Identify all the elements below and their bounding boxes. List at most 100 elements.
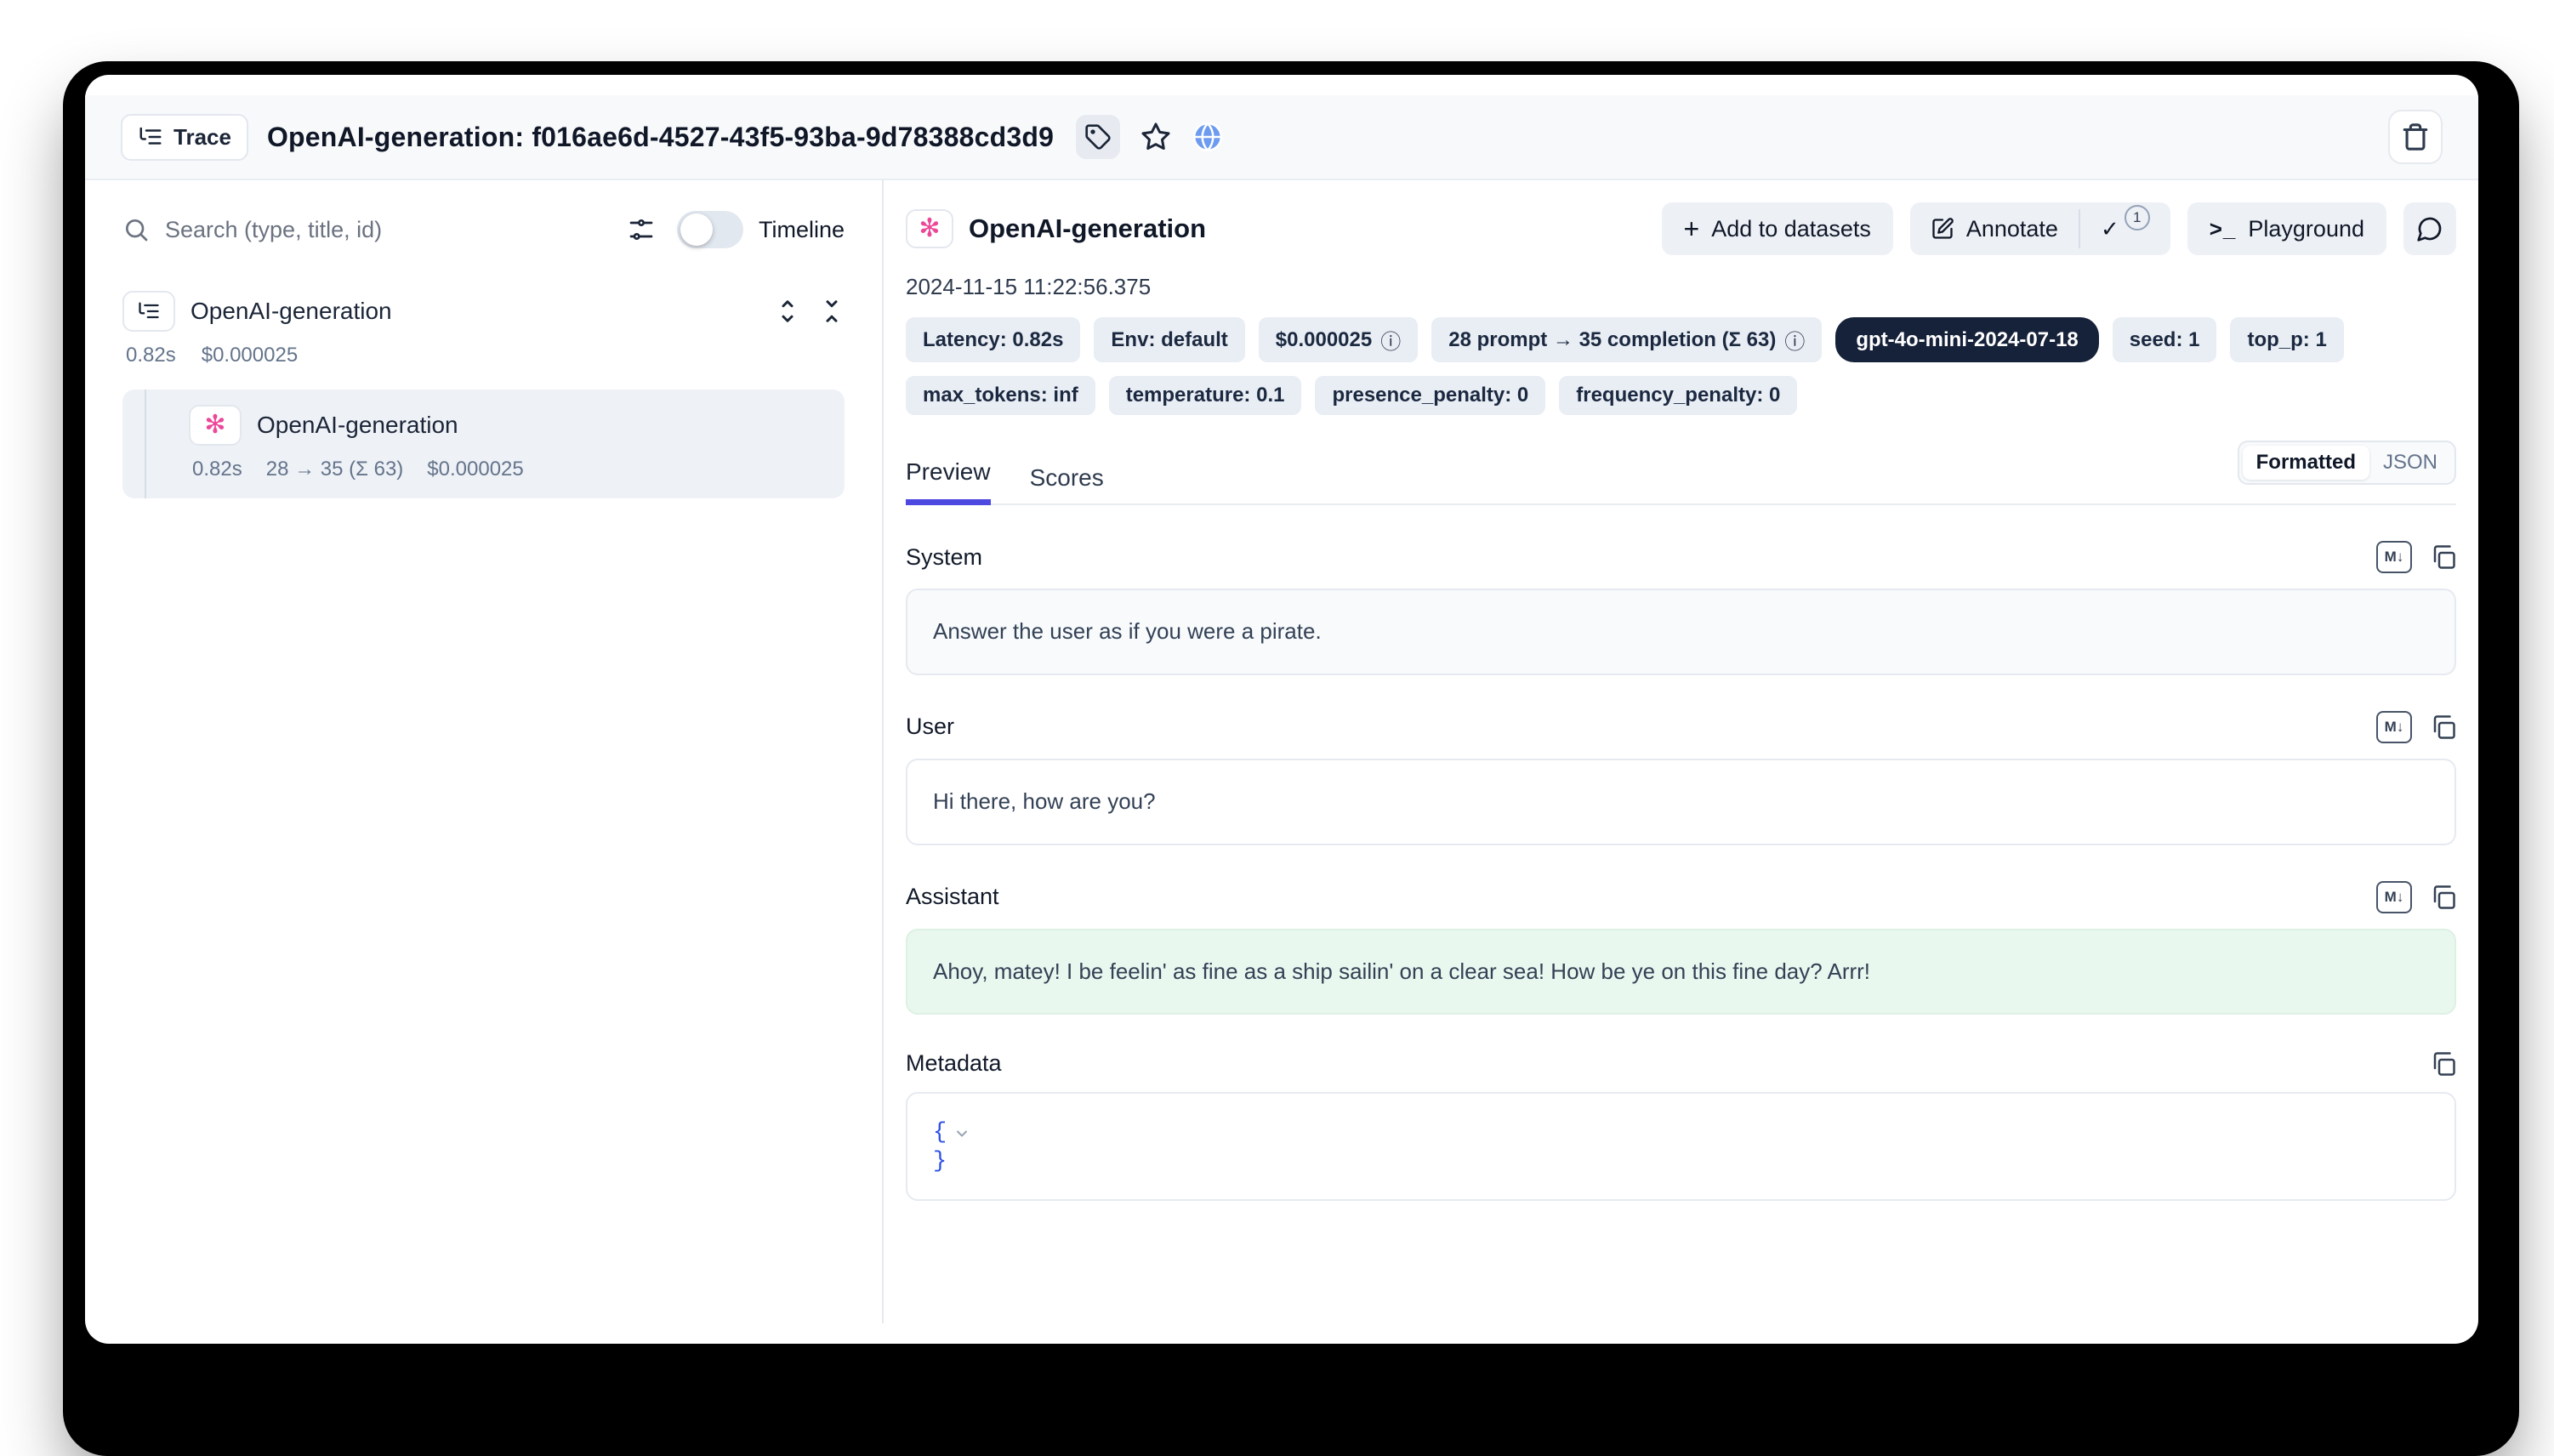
markdown-toggle-icon[interactable]: M↓ [2376, 711, 2412, 743]
copy-button[interactable] [2431, 1051, 2456, 1077]
comment-bubble-icon [2416, 215, 2443, 242]
add-to-datasets-button[interactable]: + Add to datasets [1662, 202, 1893, 255]
json-open-brace: { [933, 1119, 947, 1148]
env-badge: Env: default [1094, 317, 1244, 362]
edit-pencil-icon [1931, 217, 1954, 241]
timeline-label: Timeline [759, 217, 845, 243]
chevron-down-icon [953, 1125, 970, 1142]
playground-label: Playground [2248, 216, 2364, 242]
cost-badge[interactable]: $0.000025ⓘ [1259, 317, 1418, 362]
tag-icon [1084, 123, 1112, 151]
section-label: System [906, 544, 982, 571]
trace-header: Trace OpenAI-generation: f016ae6d-4527-4… [85, 95, 2478, 180]
section-label: Assistant [906, 884, 999, 910]
observation-header: ✻ OpenAI-generation + Add to datasets An… [906, 202, 2456, 255]
tree-child-item-selected[interactable]: ✻ OpenAI-generation 0.82s 28 → 35 (Σ 63)… [122, 390, 845, 498]
search-icon [122, 216, 150, 243]
sliders-icon [628, 216, 655, 243]
annotate-button[interactable]: Annotate [1910, 202, 2079, 255]
trace-badge-label: Trace [173, 124, 231, 151]
action-buttons: + Add to datasets Annotate ✓ 1 [1662, 202, 2456, 255]
observation-title: OpenAI-generation [969, 213, 1206, 244]
assistant-section: Assistant M↓ Ahoy, matey! I be feelin' a… [906, 881, 2456, 1015]
tab-scores[interactable]: Scores [1030, 464, 1104, 505]
star-icon [1140, 122, 1171, 152]
top-p-badge: top_p: 1 [2230, 317, 2343, 362]
collapse-all-button[interactable] [819, 299, 845, 324]
terminal-icon: >_ [2210, 216, 2237, 242]
page-title: OpenAI-generation: f016ae6d-4527-43f5-93… [267, 122, 1054, 153]
delete-trace-button[interactable] [2388, 110, 2443, 164]
trash-icon [2401, 122, 2430, 151]
add-to-datasets-label: Add to datasets [1711, 216, 1871, 242]
copy-button[interactable] [2431, 544, 2456, 570]
timeline-toggle[interactable] [677, 211, 743, 248]
markdown-toggle-icon[interactable]: M↓ [2376, 541, 2412, 573]
list-tree-icon [137, 299, 161, 323]
annotate-split-button: Annotate ✓ 1 [1910, 202, 2170, 255]
max-tokens-badge: max_tokens: inf [906, 376, 1095, 415]
user-section: User M↓ Hi there, how are you? [906, 711, 2456, 845]
search-input[interactable] [165, 217, 531, 243]
section-label: User [906, 714, 954, 740]
tree-root-metrics: 0.82s $0.000025 [126, 344, 845, 367]
metadata-section: Metadata { } [906, 1050, 2456, 1201]
json-option[interactable]: JSON [2369, 446, 2451, 480]
markdown-toggle-icon[interactable]: M↓ [2376, 881, 2412, 913]
comments-button[interactable] [2403, 202, 2456, 255]
view-settings-button[interactable] [628, 216, 655, 243]
bookmark-star-button[interactable] [1140, 122, 1171, 152]
trace-node-badge [122, 291, 175, 332]
check-icon: ✓ [2101, 216, 2119, 242]
info-icon: ⓘ [1380, 325, 1401, 355]
copy-button[interactable] [2431, 714, 2456, 740]
tab-preview[interactable]: Preview [906, 458, 991, 505]
search-row: Timeline [122, 211, 845, 248]
expand-all-button[interactable] [775, 299, 800, 324]
presence-penalty-badge: presence_penalty: 0 [1315, 376, 1545, 415]
info-icon: ⓘ [1784, 325, 1805, 355]
tree-root-item[interactable]: OpenAI-generation [122, 291, 845, 332]
unfold-vertical-icon [775, 299, 800, 324]
tree-root-label: OpenAI-generation [191, 298, 392, 325]
trace-tree-sidebar: Timeline OpenAI-generation [85, 180, 884, 1323]
annotate-label: Annotate [1966, 216, 2058, 242]
section-label: Metadata [906, 1050, 1002, 1077]
assistant-message: Ahoy, matey! I be feelin' as fine as a s… [906, 929, 2456, 1015]
public-share-button[interactable] [1192, 121, 1224, 153]
copy-icon [2431, 884, 2456, 910]
globe-icon [1192, 121, 1224, 153]
tokens-badge[interactable]: 28 prompt → 35 completion (Σ 63)ⓘ [1431, 317, 1822, 362]
trace-tree: OpenAI-generation 0.82s $0.000025 [122, 291, 845, 498]
content-panels: Timeline OpenAI-generation [85, 180, 2478, 1323]
annotation-count-badge: 1 [2125, 205, 2150, 230]
tree-actions [775, 299, 845, 324]
generation-node-badge: ✻ [189, 405, 242, 446]
playground-button[interactable]: >_ Playground [2187, 202, 2386, 255]
openai-icon: ✻ [919, 216, 940, 242]
plus-icon: + [1684, 213, 1700, 245]
copy-button[interactable] [2431, 884, 2456, 910]
system-message: Answer the user as if you were a pirate. [906, 589, 2456, 675]
json-collapse-toggle[interactable] [953, 1125, 970, 1142]
tree-child-metrics: 0.82s 28 → 35 (Σ 63) $0.000025 [192, 458, 828, 481]
copy-icon [2431, 714, 2456, 740]
app-window: Trace OpenAI-generation: f016ae6d-4527-4… [85, 75, 2478, 1344]
annotate-dropdown-button[interactable]: ✓ 1 [2080, 202, 2170, 255]
metadata-json-viewer: { } [906, 1092, 2456, 1201]
timestamp: 2024-11-15 11:22:56.375 [906, 274, 2456, 300]
json-close-brace: } [933, 1148, 947, 1177]
model-badge[interactable]: gpt-4o-mini-2024-07-18 [1835, 317, 2098, 362]
generation-badge: ✻ [906, 209, 953, 248]
tree-child-label: OpenAI-generation [257, 412, 458, 439]
toggle-knob [680, 213, 713, 246]
latency-badge: Latency: 0.82s [906, 317, 1080, 362]
formatted-option[interactable]: Formatted [2243, 446, 2369, 480]
fold-vertical-icon [819, 299, 845, 324]
tokens-value: 28 → 35 (Σ 63) [266, 458, 404, 481]
trace-type-badge: Trace [121, 114, 248, 161]
tags-button[interactable] [1076, 115, 1120, 159]
user-message: Hi there, how are you? [906, 759, 2456, 845]
openai-icon: ✻ [204, 412, 225, 438]
system-section: System M↓ Answer the user as if you were… [906, 541, 2456, 675]
